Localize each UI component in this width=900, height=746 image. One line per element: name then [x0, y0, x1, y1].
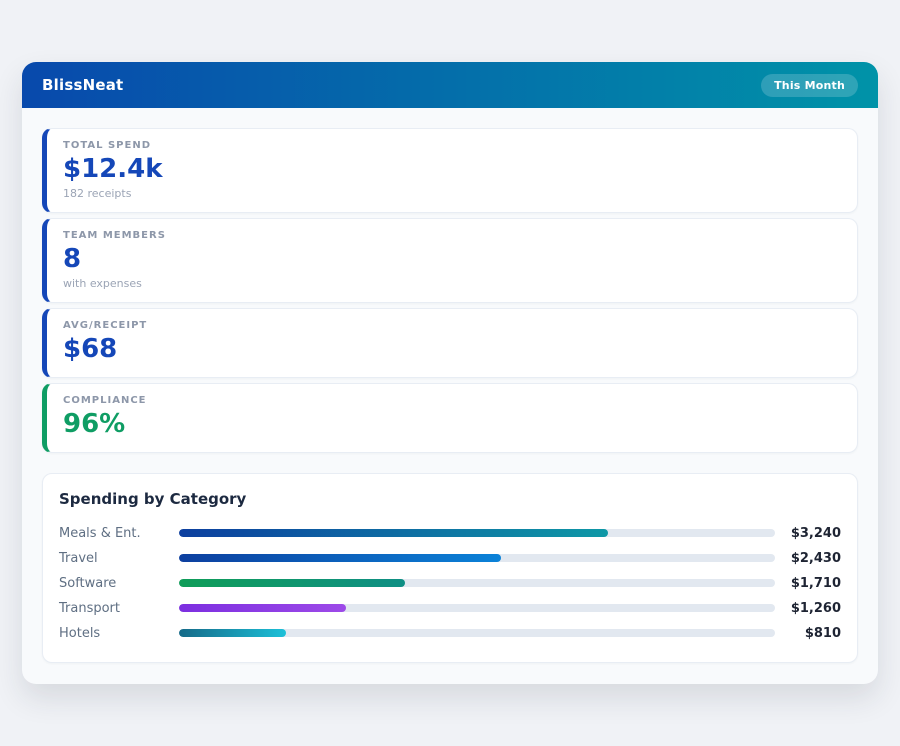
bar-fill — [179, 529, 608, 537]
category-row-travel: Travel $2,430 — [59, 546, 841, 571]
bar-fill — [179, 604, 346, 612]
stat-value: $68 — [63, 335, 841, 365]
period-badge-button[interactable]: This Month — [761, 74, 858, 97]
spending-by-category-card: Spending by Category Meals & Ent. $3,240… — [42, 473, 858, 663]
category-row-hotels: Hotels $810 — [59, 621, 841, 646]
stat-value: 96% — [63, 410, 841, 440]
category-row-meals: Meals & Ent. $3,240 — [59, 521, 841, 546]
page: BlissNeat This Month TOTAL SPEND $12.4k … — [0, 0, 900, 746]
category-row-transport: Transport $1,260 — [59, 596, 841, 621]
stat-subtext: 182 receipts — [63, 187, 841, 200]
bar-fill — [179, 629, 286, 637]
app-title: BlissNeat — [42, 76, 123, 94]
dashboard-content: TOTAL SPEND $12.4k 182 receipts TEAM MEM… — [22, 108, 878, 683]
category-label: Software — [59, 576, 179, 591]
bar-track — [179, 629, 775, 637]
category-value: $1,710 — [775, 576, 841, 591]
category-label: Hotels — [59, 626, 179, 641]
stat-label: TOTAL SPEND — [63, 140, 841, 151]
stat-label: AVG/RECEIPT — [63, 320, 841, 331]
stat-card-avg-receipt: AVG/RECEIPT $68 — [42, 308, 858, 378]
stat-value: $12.4k — [63, 155, 841, 185]
stat-subtext: with expenses — [63, 277, 841, 290]
chart-title: Spending by Category — [59, 490, 841, 508]
bar-fill — [179, 579, 405, 587]
stat-card-total-spend: TOTAL SPEND $12.4k 182 receipts — [42, 128, 858, 213]
category-label: Travel — [59, 551, 179, 566]
bar-track — [179, 529, 775, 537]
bar-track — [179, 554, 775, 562]
stat-label: COMPLIANCE — [63, 395, 841, 406]
category-value: $1,260 — [775, 601, 841, 616]
stat-label: TEAM MEMBERS — [63, 230, 841, 241]
stat-card-compliance: COMPLIANCE 96% — [42, 383, 858, 453]
stat-card-team-members: TEAM MEMBERS 8 with expenses — [42, 218, 858, 303]
category-value: $810 — [775, 626, 841, 641]
dashboard-panel: BlissNeat This Month TOTAL SPEND $12.4k … — [22, 62, 878, 684]
category-value: $2,430 — [775, 551, 841, 566]
bar-fill — [179, 554, 501, 562]
bar-track — [179, 604, 775, 612]
category-value: $3,240 — [775, 526, 841, 541]
category-row-software: Software $1,710 — [59, 571, 841, 596]
category-label: Transport — [59, 601, 179, 616]
stat-value: 8 — [63, 245, 841, 275]
app-header: BlissNeat This Month — [22, 62, 878, 108]
bar-track — [179, 579, 775, 587]
category-label: Meals & Ent. — [59, 526, 179, 541]
